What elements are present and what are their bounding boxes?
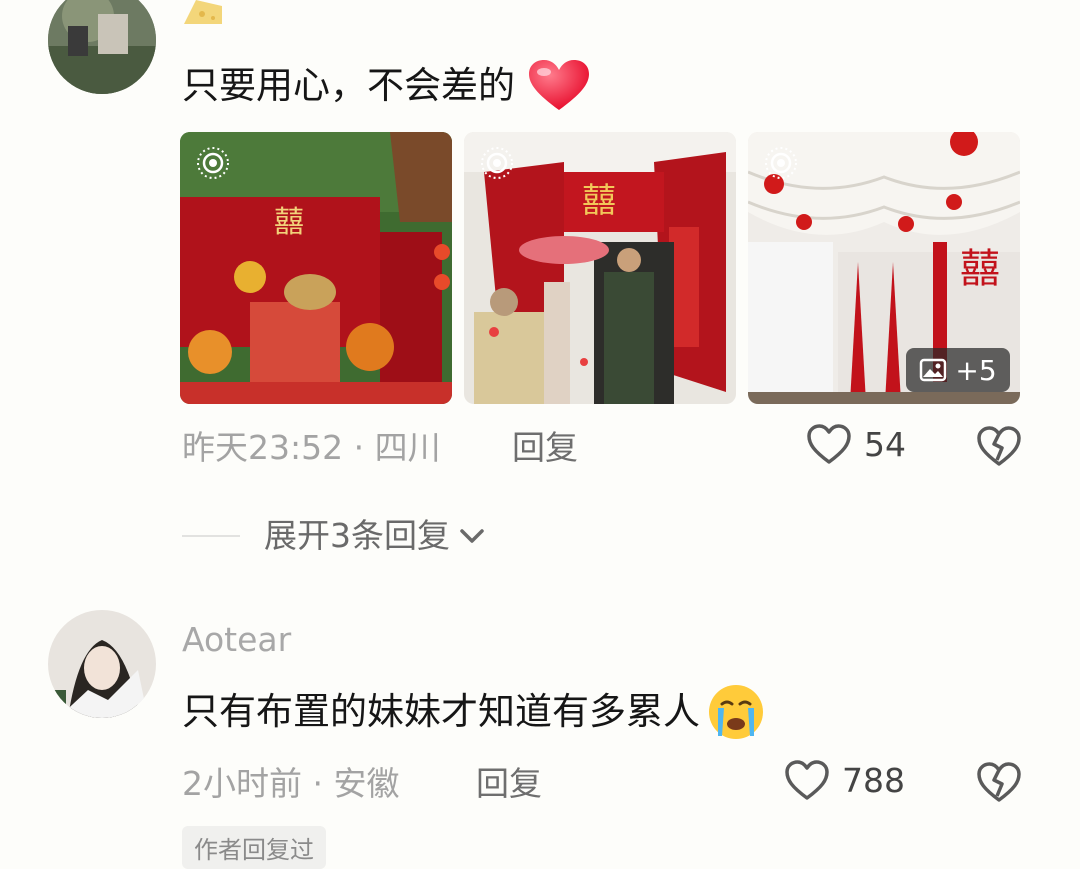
expand-replies-button[interactable]: 展开3条回复 <box>264 516 486 556</box>
comment-meta: 2小时前 · 安徽 <box>182 764 400 803</box>
live-photo-icon <box>480 146 514 180</box>
comment-text: 只要用心，不会差的 <box>182 64 515 107</box>
comment-meta: 昨天23:52 · 四川 <box>182 428 441 467</box>
comment-image-3[interactable]: 囍 +5 <box>748 132 1020 404</box>
expand-replies-label: 展开3条回复 <box>264 516 450 555</box>
author-replied-tag: 作者回复过 <box>182 826 326 869</box>
broken-heart-icon <box>976 424 1022 470</box>
avatar-image <box>48 610 156 718</box>
like-count: 54 <box>864 425 906 464</box>
avatar[interactable] <box>48 0 156 94</box>
like-count: 788 <box>842 761 905 800</box>
svg-text:囍: 囍 <box>582 181 616 221</box>
svg-text:囍: 囍 <box>960 246 1000 292</box>
reply-button[interactable]: 回复 <box>476 764 542 804</box>
divider-line <box>182 535 240 537</box>
chevron-down-icon <box>458 522 486 550</box>
reply-button[interactable]: 回复 <box>512 428 578 468</box>
svg-text:囍: 囍 <box>274 205 304 240</box>
like-button[interactable]: 788 <box>784 758 905 804</box>
gallery-icon <box>919 358 947 382</box>
avatar-image <box>48 0 156 94</box>
like-button[interactable]: 54 <box>806 422 906 468</box>
more-images-badge[interactable]: +5 <box>906 348 1010 392</box>
more-images-count: +5 <box>955 353 997 387</box>
live-photo-icon <box>196 146 230 180</box>
heart-outline-icon <box>806 422 852 468</box>
comment-image-2[interactable]: 囍 <box>464 132 736 404</box>
heart-outline-icon <box>784 758 830 804</box>
username[interactable]: Aotear <box>182 620 291 660</box>
comment-image-1[interactable]: 囍 <box>180 132 452 404</box>
live-photo-icon <box>764 146 798 180</box>
comment-text: 只有布置的妹妹才知道有多累人 <box>182 690 700 733</box>
broken-heart-icon <box>976 760 1022 806</box>
heart-emoji-icon <box>527 58 591 114</box>
crying-face-emoji-icon <box>706 682 766 742</box>
badge-icon <box>182 0 226 28</box>
dislike-button[interactable] <box>976 760 1022 810</box>
dislike-button[interactable] <box>976 424 1022 474</box>
avatar[interactable] <box>48 610 156 718</box>
